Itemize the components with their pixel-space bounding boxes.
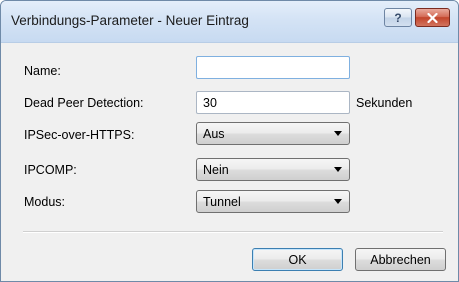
help-icon: ? bbox=[394, 10, 402, 25]
window-title: Verbindungs-Parameter - Neuer Eintrag bbox=[11, 13, 249, 28]
divider bbox=[23, 231, 443, 233]
cancel-button[interactable]: Abbrechen bbox=[355, 248, 446, 271]
dpd-input[interactable] bbox=[196, 91, 350, 114]
modus-value: Tunnel bbox=[203, 195, 241, 209]
close-icon bbox=[427, 12, 438, 23]
ipsec-over-https-select[interactable]: Aus bbox=[196, 122, 350, 145]
name-label: Name: bbox=[24, 64, 61, 78]
chevron-down-icon bbox=[334, 199, 342, 204]
chevron-down-icon bbox=[334, 131, 342, 136]
dialog-window: Verbindungs-Parameter - Neuer Eintrag ? … bbox=[0, 0, 459, 282]
ipsec-over-https-label: IPSec-over-HTTPS: bbox=[24, 128, 135, 142]
name-input[interactable] bbox=[196, 56, 350, 79]
ipsec-over-https-value: Aus bbox=[203, 127, 225, 141]
ipcomp-label: IPCOMP: bbox=[24, 163, 77, 177]
ipcomp-select[interactable]: Nein bbox=[196, 158, 350, 181]
dpd-label: Dead Peer Detection: bbox=[24, 96, 144, 110]
chevron-down-icon bbox=[334, 167, 342, 172]
close-button[interactable] bbox=[415, 8, 450, 27]
modus-select[interactable]: Tunnel bbox=[196, 190, 350, 213]
title-bar[interactable]: Verbindungs-Parameter - Neuer Eintrag ? bbox=[1, 1, 458, 43]
help-button[interactable]: ? bbox=[384, 8, 412, 27]
modus-label: Modus: bbox=[24, 195, 65, 209]
ipcomp-value: Nein bbox=[203, 163, 229, 177]
dpd-unit-label: Sekunden bbox=[356, 96, 413, 110]
ok-button[interactable]: OK bbox=[252, 248, 343, 271]
